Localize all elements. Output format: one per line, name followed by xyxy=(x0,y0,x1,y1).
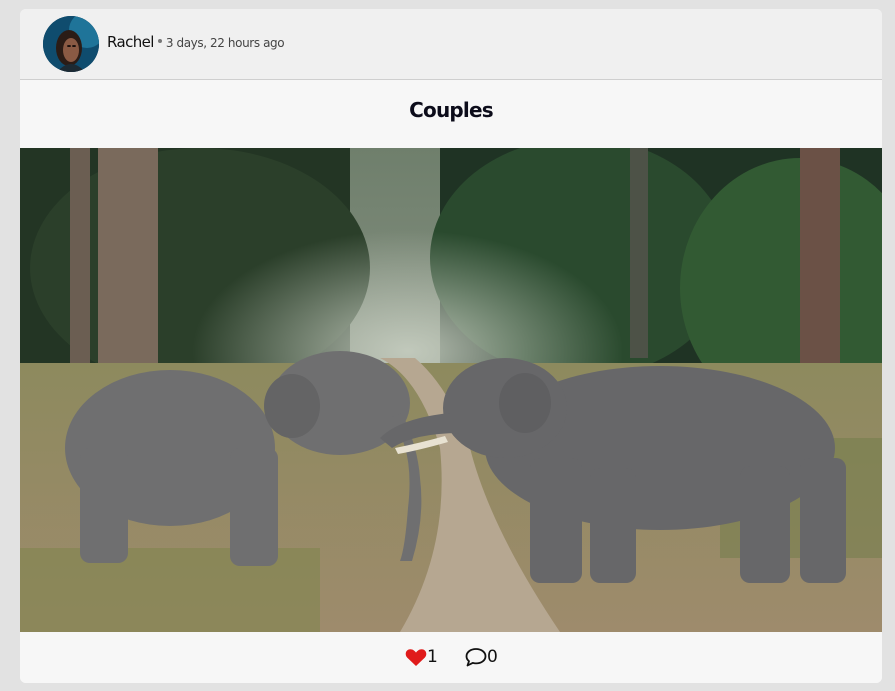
post-title-bar: Couples xyxy=(20,80,882,148)
avatar-image xyxy=(43,16,99,72)
like-button[interactable]: 1 xyxy=(405,646,438,668)
post-card: Rachel 3 days, 22 hours ago Couples 1 0 xyxy=(20,9,882,683)
separator-dot xyxy=(157,39,162,44)
like-count: 1 xyxy=(427,647,438,667)
post-timestamp: 3 days, 22 hours ago xyxy=(165,36,285,50)
post-meta: Rachel 3 days, 22 hours ago xyxy=(107,33,285,52)
post-image[interactable] xyxy=(20,148,882,632)
avatar[interactable] xyxy=(43,16,99,72)
comment-count: 0 xyxy=(487,647,498,667)
elephants-photo xyxy=(20,148,882,632)
heart-icon xyxy=(405,648,427,666)
post-title: Couples xyxy=(409,98,494,122)
post-footer: 1 0 xyxy=(20,632,882,683)
speech-bubble-icon xyxy=(465,648,487,667)
comment-button[interactable]: 0 xyxy=(465,646,498,668)
post-header: Rachel 3 days, 22 hours ago xyxy=(20,9,882,80)
author-name[interactable]: Rachel xyxy=(107,33,154,51)
